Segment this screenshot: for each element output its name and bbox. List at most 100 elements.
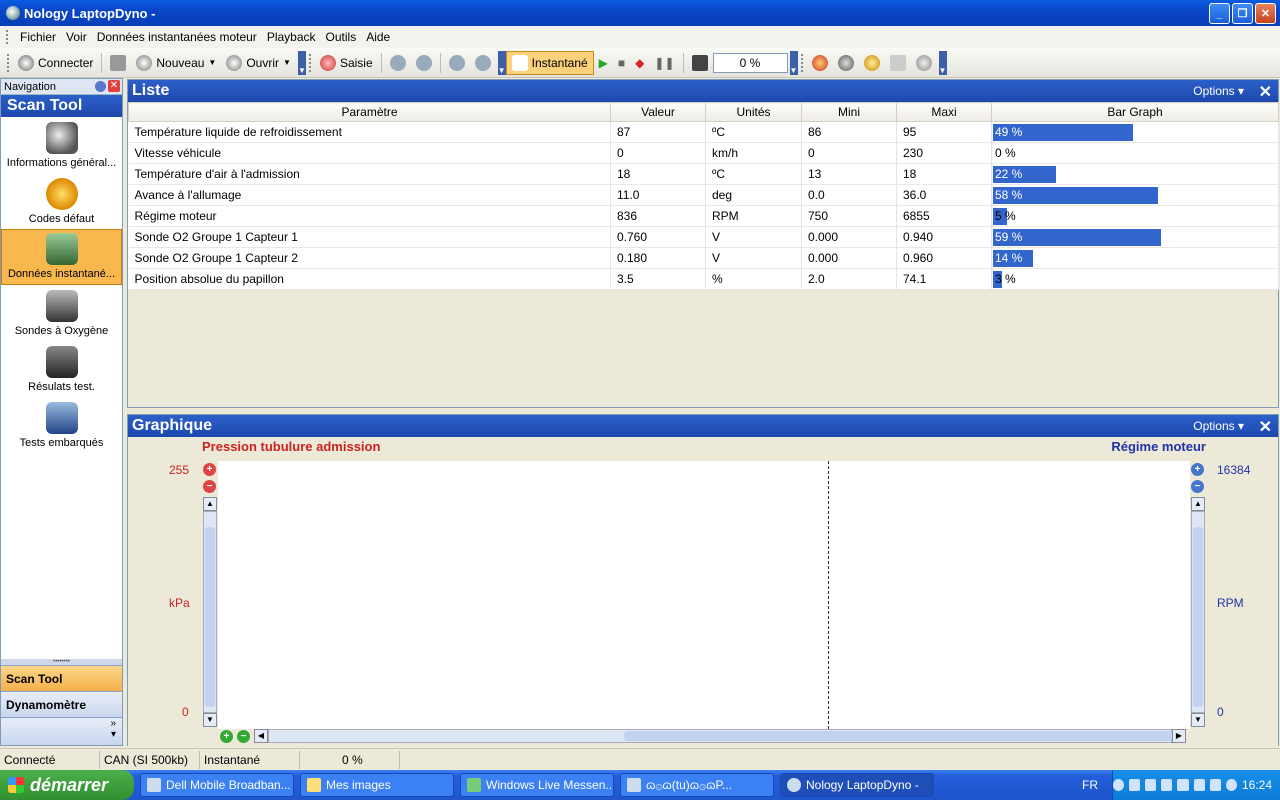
navigation-close-button[interactable]: ✕ — [108, 80, 120, 92]
horizontal-scroll-thumb[interactable] — [624, 731, 1174, 741]
left-vertical-scrollbar[interactable] — [203, 511, 217, 713]
tray-arrow-icon[interactable] — [1112, 779, 1125, 791]
toolbar-overflow[interactable]: ▼ — [297, 50, 306, 75]
menu-aide[interactable]: Aide — [361, 30, 395, 44]
tool-button-2[interactable] — [833, 51, 859, 75]
network-icon[interactable] — [1129, 779, 1141, 791]
table-row[interactable]: Vitesse véhicule 0 km/h 0 230 0 % — [128, 142, 1279, 164]
time-zoom-out-icon[interactable]: − — [237, 730, 250, 743]
nav-item-label: Codes défaut — [28, 213, 95, 225]
table-row[interactable]: Avance à l'allumage 11.0 deg 0.0 36.0 58 % — [128, 184, 1279, 206]
column-header[interactable]: Unités — [705, 102, 802, 122]
status-bar: Connecté CAN (SI 500kb) Instantané 0 % — [0, 748, 1280, 770]
time-cursor[interactable] — [828, 461, 829, 729]
taskbar-item[interactable]: ɷ۞ɷ(tu)ɷ۞ɷP... — [620, 773, 774, 797]
nav-item-informations[interactable]: Informations général... — [1, 117, 122, 173]
column-header[interactable]: Mini — [801, 102, 897, 122]
restore-button[interactable]: ❐ — [1232, 3, 1253, 24]
pin-icon[interactable] — [95, 81, 106, 92]
tool-button-3[interactable] — [859, 51, 885, 75]
new-button[interactable]: Nouveau ▼ — [131, 51, 221, 75]
menu-playback[interactable]: Playback — [262, 30, 321, 44]
table-row[interactable]: Température liquide de refroidissement 87… — [128, 121, 1279, 143]
start-button[interactable]: démarrer — [0, 770, 134, 800]
time-zoom-in-icon[interactable]: + — [220, 730, 233, 743]
table-row[interactable]: Régime moteur 836 RPM 750 6855 5 % — [128, 205, 1279, 227]
pause-button[interactable]: ❚❚ — [649, 51, 679, 75]
liste-close-button[interactable]: ✕ — [1259, 82, 1272, 102]
right-zoom-out-icon[interactable]: − — [1191, 480, 1204, 493]
right-scroll-up-button[interactable]: ▲ — [1191, 497, 1205, 511]
stop-button[interactable]: ■ — [613, 51, 630, 75]
menu-voir[interactable]: Voir — [61, 30, 92, 44]
menu-outils[interactable]: Outils — [321, 30, 362, 44]
tool-button-4[interactable] — [885, 51, 911, 75]
scroll-left-button[interactable]: ◀ — [254, 729, 268, 743]
left-scroll-thumb[interactable] — [205, 527, 215, 707]
table-row[interactable]: Température d'air à l'admission 18 ºC 13 18 2… — [128, 163, 1279, 185]
open-button[interactable]: Ouvrir ▼ — [221, 51, 296, 75]
play-button[interactable]: ▶ — [594, 51, 613, 75]
column-header[interactable]: Bar Graph — [991, 102, 1279, 122]
monitor-tray-icon[interactable] — [1193, 779, 1205, 791]
zoom-in-y-button[interactable] — [444, 51, 470, 75]
minimize-button[interactable]: _ — [1209, 3, 1230, 24]
right-scroll-down-button[interactable]: ▼ — [1191, 713, 1205, 727]
nav-item-donnees[interactable]: Données instantané... — [1, 229, 122, 285]
graph-close-button[interactable]: ✕ — [1259, 417, 1272, 437]
column-header[interactable]: Maxi — [896, 102, 992, 122]
capture-button[interactable]: Saisie — [315, 51, 378, 75]
zoom-out-y-button[interactable] — [470, 51, 496, 75]
nav-item-tests[interactable]: Tests embarqués — [1, 397, 122, 453]
nav-tab-scan-tool[interactable]: Scan Tool — [1, 665, 122, 691]
table-row[interactable]: Sonde O2 Groupe 1 Capteur 1 0.760 V 0.000 0.… — [128, 226, 1279, 248]
toolbar-overflow[interactable]: ▼ — [789, 50, 798, 75]
liste-options-button[interactable]: Options ▾ — [1193, 84, 1244, 98]
column-header[interactable]: Valeur — [610, 102, 706, 122]
toolbar-overflow[interactable]: ▼ — [938, 50, 947, 75]
horizontal-scrollbar[interactable] — [268, 729, 1174, 743]
record-button[interactable]: ◆ — [630, 51, 649, 75]
zoom-out-x-button[interactable] — [411, 51, 437, 75]
left-scroll-down-button[interactable]: ▼ — [203, 713, 217, 727]
taskbar-item[interactable]: Windows Live Messen... — [460, 773, 614, 797]
security-icon[interactable] — [1209, 779, 1221, 791]
nav-more-button[interactable]: » ▾ — [1, 717, 122, 745]
left-zoom-out-icon[interactable]: − — [203, 480, 216, 493]
left-zoom-in-icon[interactable]: + — [203, 463, 216, 476]
nav-item-codes[interactable]: Codes défaut — [1, 173, 122, 229]
taskbar-item-active[interactable]: Nology LaptopDyno - — [780, 773, 934, 797]
tool-button-1[interactable] — [807, 51, 833, 75]
menu-fichier[interactable]: Fichier — [15, 30, 61, 44]
print-button[interactable] — [105, 51, 131, 75]
usb-icon[interactable] — [1161, 779, 1173, 791]
column-header[interactable]: Paramètre — [128, 102, 611, 122]
close-button[interactable]: ✕ — [1255, 3, 1276, 24]
left-scroll-up-button[interactable]: ▲ — [203, 497, 217, 511]
graph-options-button[interactable]: Options ▾ — [1193, 419, 1244, 433]
help-icon[interactable] — [1225, 779, 1237, 791]
table-row[interactable]: Position absolue du papillon 3.5% 2.0 74.1 3… — [128, 268, 1279, 290]
taskbar-item[interactable]: Dell Mobile Broadban... — [140, 773, 294, 797]
battery-icon[interactable] — [1177, 779, 1189, 791]
clapper-button[interactable] — [687, 51, 713, 75]
zoom-in-x-button[interactable] — [385, 51, 411, 75]
language-indicator[interactable]: FR — [1082, 778, 1098, 792]
settings-button[interactable] — [911, 51, 937, 75]
connect-button[interactable]: Connecter — [13, 51, 98, 75]
toolbar: Connecter Nouveau ▼ Ouvrir ▼ ▼ Saisie ▼ … — [0, 48, 1280, 78]
plot-area[interactable] — [218, 461, 1190, 729]
right-vertical-scrollbar[interactable] — [1191, 511, 1205, 713]
taskbar-item[interactable]: Mes images — [300, 773, 454, 797]
right-scroll-thumb[interactable] — [1193, 527, 1203, 707]
instant-button[interactable]: Instantané — [505, 50, 594, 75]
nav-item-sondes[interactable]: Sondes à Oxygène — [1, 285, 122, 341]
right-zoom-in-icon[interactable]: + — [1191, 463, 1204, 476]
nav-item-resultats[interactable]: Résulats test. — [1, 341, 122, 397]
toolbar-overflow[interactable]: ▼ — [497, 50, 506, 75]
menu-donnees[interactable]: Données instantanées moteur — [92, 30, 262, 44]
nav-tab-dynamometre[interactable]: Dynamomètre — [1, 691, 122, 717]
table-row[interactable]: Sonde O2 Groupe 1 Capteur 2 0.180 V 0.000 0.… — [128, 247, 1279, 269]
scroll-right-button[interactable]: ▶ — [1172, 729, 1186, 743]
messenger-tray-icon[interactable] — [1145, 779, 1157, 791]
